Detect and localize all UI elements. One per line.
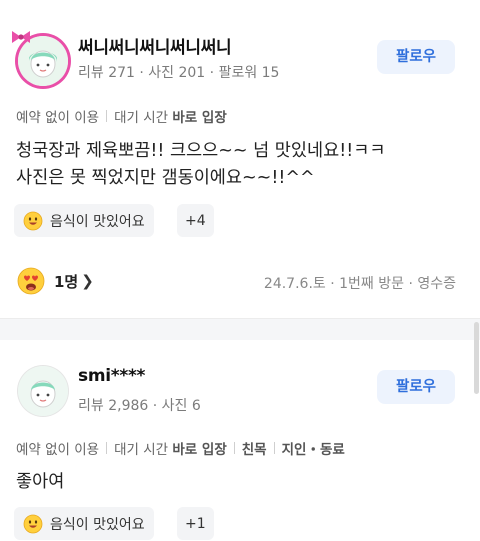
review-text-line: 사진은 못 찍었지만 갬동이에요~~!!^^ bbox=[16, 168, 315, 188]
visit-info: 24.7.6.토 · 1번째 방문 · 영수증 bbox=[263, 276, 456, 292]
review-text[interactable]: 청국장과 제육뽀끔!! 크으으~~ 넘 맛있네요!!ㅋㅋ 사진은 못 찍었지만 … bbox=[16, 138, 385, 192]
tag-reservation: 예약 없이 이용 bbox=[16, 110, 100, 126]
visit-tags: 예약 없이 이용 대기 시간 바로 입장 친목 지인・동료 bbox=[16, 438, 345, 458]
keyword-chip-label: 음식이 맛있어요 bbox=[50, 516, 145, 533]
tag-divider bbox=[273, 442, 275, 454]
review-text[interactable]: 좋아여 bbox=[16, 469, 64, 496]
smiley-face-icon bbox=[23, 514, 43, 533]
heart-eyes-face-icon bbox=[17, 267, 45, 295]
reaction-count: 1명 bbox=[54, 272, 79, 291]
section-divider bbox=[0, 318, 480, 340]
avatar[interactable] bbox=[18, 366, 68, 416]
tag-wait: 대기 시간 바로 입장 bbox=[114, 110, 227, 126]
tag-reservation: 예약 없이 이용 bbox=[16, 442, 100, 458]
review-text-line: 청국장과 제육뽀끔!! 크으으~~ 넘 맛있네요!!ㅋㅋ bbox=[16, 141, 386, 161]
review-card: smi**** 리뷰 2,986 · 사진 6 팔로우 예약 없이 이용 대기 … bbox=[0, 340, 480, 541]
author-stats: 리뷰 2,986 · 사진 6 bbox=[78, 398, 201, 414]
ribbon-icon bbox=[12, 31, 30, 43]
review-card: 써니써니써니써니써니 리뷰 271 · 사진 201 · 팔로워 15 팔로우 … bbox=[0, 0, 480, 318]
chevron-right-icon: ❯ bbox=[81, 272, 94, 290]
tag-wait: 대기 시간 바로 입장 bbox=[114, 442, 227, 458]
keyword-chip[interactable]: 음식이 맛있어요 bbox=[14, 507, 154, 540]
more-keywords-chip[interactable]: +1 bbox=[177, 507, 214, 540]
tag-companion: 지인・동료 bbox=[281, 442, 345, 458]
scrollbar[interactable] bbox=[474, 322, 479, 394]
tag-divider bbox=[233, 442, 235, 454]
tag-purpose: 친목 bbox=[241, 442, 267, 458]
follow-button[interactable]: 팔로우 bbox=[377, 370, 455, 404]
avatar-icon bbox=[18, 366, 68, 416]
smiley-face-icon bbox=[23, 211, 43, 230]
author-name[interactable]: 써니써니써니써니써니 bbox=[78, 33, 232, 58]
author-stats: 리뷰 271 · 사진 201 · 팔로워 15 bbox=[78, 65, 280, 81]
tag-divider bbox=[106, 110, 108, 122]
keyword-chip-label: 음식이 맛있어요 bbox=[50, 213, 145, 230]
review-text-line: 좋아여 bbox=[16, 472, 65, 492]
keyword-chip[interactable]: 음식이 맛있어요 bbox=[14, 204, 154, 237]
reaction-button[interactable]: 1명 ❯ bbox=[16, 266, 94, 296]
author-name[interactable]: smi**** bbox=[78, 366, 145, 386]
visit-tags: 예약 없이 이용 대기 시간 바로 입장 bbox=[16, 106, 227, 126]
tag-divider bbox=[106, 442, 108, 454]
more-keywords-chip[interactable]: +4 bbox=[177, 204, 214, 237]
follow-button[interactable]: 팔로우 bbox=[377, 40, 455, 74]
